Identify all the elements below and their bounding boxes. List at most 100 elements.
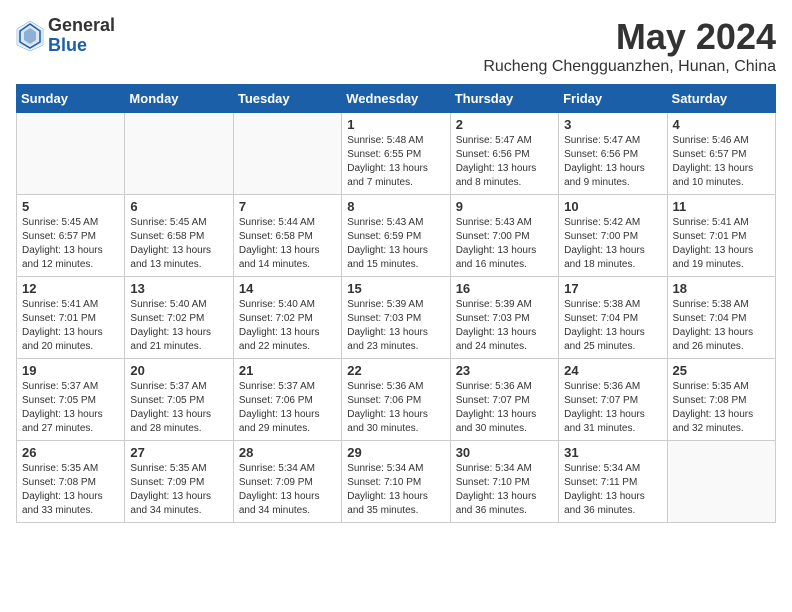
day-info: Sunrise: 5:34 AMSunset: 7:09 PMDaylight:… <box>239 462 336 518</box>
calendar-cell: 13 Sunrise: 5:40 AMSunset: 7:02 PMDayligh… <box>125 277 233 359</box>
day-info: Sunrise: 5:43 AMSunset: 7:00 PMDaylight:… <box>456 216 553 272</box>
calendar-cell: 15Sunrise: 5:39 AMSunset: 7:03 PMDayligh… <box>342 277 450 359</box>
day-number: 19 <box>22 363 119 378</box>
day-info: Sunrise: 5:35 AMSunset: 7:08 PMDaylight:… <box>22 462 119 518</box>
logo-blue: Blue <box>48 36 115 56</box>
day-info: Sunrise: 5:39 AMSunset: 7:03 PMDaylight:… <box>347 298 444 354</box>
calendar-cell: 23Sunrise: 5:36 AMSunset: 7:07 PMDayligh… <box>450 359 558 441</box>
day-number: 23 <box>456 363 553 378</box>
day-number: 7 <box>239 199 336 214</box>
day-number: 17 <box>564 281 661 296</box>
calendar-cell: 19 Sunrise: 5:37 AMSunset: 7:05 PMDayligh… <box>17 359 125 441</box>
calendar-cell: 9Sunrise: 5:43 AMSunset: 7:00 PMDaylight… <box>450 195 558 277</box>
logo: General Blue <box>16 16 115 56</box>
day-info: Sunrise: 5:34 AMSunset: 7:11 PMDaylight:… <box>564 462 661 518</box>
page-header: General Blue May 2024 Rucheng Chengguanz… <box>16 16 776 76</box>
col-friday: Friday <box>559 85 667 113</box>
calendar-cell: 24 Sunrise: 5:36 AMSunset: 7:07 PMDayligh… <box>559 359 667 441</box>
day-number: 28 <box>239 445 336 460</box>
calendar-cell <box>233 113 341 195</box>
day-info: Sunrise: 5:38 AMSunset: 7:04 PMDaylight:… <box>673 298 770 354</box>
calendar-cell: 20 Sunrise: 5:37 AMSunset: 7:05 PMDayligh… <box>125 359 233 441</box>
calendar-cell: 11 Sunrise: 5:41 AMSunset: 7:01 PMDayligh… <box>667 195 775 277</box>
day-number: 3 <box>564 117 661 132</box>
day-info: Sunrise: 5:37 AMSunset: 7:05 PMDaylight:… <box>130 380 227 436</box>
day-number: 24 <box>564 363 661 378</box>
col-thursday: Thursday <box>450 85 558 113</box>
day-info: Sunrise: 5:40 AMSunset: 7:02 PMDaylight:… <box>130 298 227 354</box>
day-number: 21 <box>239 363 336 378</box>
calendar-cell: 27Sunrise: 5:35 AMSunset: 7:09 PMDayligh… <box>125 441 233 523</box>
calendar-cell: 10 Sunrise: 5:42 AMSunset: 7:00 PMDayligh… <box>559 195 667 277</box>
calendar-cell: 14 Sunrise: 5:40 AMSunset: 7:02 PMDayligh… <box>233 277 341 359</box>
calendar-week-3: 12Sunrise: 5:41 AMSunset: 7:01 PMDayligh… <box>17 277 776 359</box>
calendar-cell: 5 Sunrise: 5:45 AMSunset: 6:57 PMDaylight… <box>17 195 125 277</box>
day-info: Sunrise: 5:37 AMSunset: 7:06 PMDaylight:… <box>239 380 336 436</box>
calendar-table: Sunday Monday Tuesday Wednesday Thursday… <box>16 84 776 523</box>
calendar-cell: 22 Sunrise: 5:36 AMSunset: 7:06 PMDayligh… <box>342 359 450 441</box>
day-info: Sunrise: 5:38 AMSunset: 7:04 PMDaylight:… <box>564 298 661 354</box>
day-info: Sunrise: 5:36 AMSunset: 7:06 PMDaylight:… <box>347 380 444 436</box>
month-year: May 2024 <box>483 16 776 58</box>
col-wednesday: Wednesday <box>342 85 450 113</box>
day-number: 18 <box>673 281 770 296</box>
col-monday: Monday <box>125 85 233 113</box>
calendar-cell: 28 Sunrise: 5:34 AMSunset: 7:09 PMDayligh… <box>233 441 341 523</box>
col-tuesday: Tuesday <box>233 85 341 113</box>
calendar-cell: 16 Sunrise: 5:39 AMSunset: 7:03 PMDayligh… <box>450 277 558 359</box>
day-info: Sunrise: 5:46 AMSunset: 6:57 PMDaylight:… <box>673 134 770 190</box>
calendar-cell: 2 Sunrise: 5:47 AMSunset: 6:56 PMDaylight… <box>450 113 558 195</box>
day-number: 22 <box>347 363 444 378</box>
day-info: Sunrise: 5:45 AMSunset: 6:58 PMDaylight:… <box>130 216 227 272</box>
day-info: Sunrise: 5:40 AMSunset: 7:02 PMDaylight:… <box>239 298 336 354</box>
day-number: 30 <box>456 445 553 460</box>
calendar-week-2: 5 Sunrise: 5:45 AMSunset: 6:57 PMDaylight… <box>17 195 776 277</box>
calendar-cell: 8 Sunrise: 5:43 AMSunset: 6:59 PMDaylight… <box>342 195 450 277</box>
day-number: 8 <box>347 199 444 214</box>
calendar-cell: 29 Sunrise: 5:34 AMSunset: 7:10 PMDayligh… <box>342 441 450 523</box>
calendar-week-1: 1Sunrise: 5:48 AMSunset: 6:55 PMDaylight… <box>17 113 776 195</box>
day-number: 2 <box>456 117 553 132</box>
day-number: 5 <box>22 199 119 214</box>
title-block: May 2024 Rucheng Chengguanzhen, Hunan, C… <box>483 16 776 76</box>
day-info: Sunrise: 5:41 AMSunset: 7:01 PMDaylight:… <box>22 298 119 354</box>
calendar-week-4: 19 Sunrise: 5:37 AMSunset: 7:05 PMDayligh… <box>17 359 776 441</box>
calendar-week-5: 26 Sunrise: 5:35 AMSunset: 7:08 PMDayligh… <box>17 441 776 523</box>
day-number: 10 <box>564 199 661 214</box>
day-number: 13 <box>130 281 227 296</box>
day-info: Sunrise: 5:35 AMSunset: 7:08 PMDaylight:… <box>673 380 770 436</box>
day-info: Sunrise: 5:42 AMSunset: 7:00 PMDaylight:… <box>564 216 661 272</box>
col-sunday: Sunday <box>17 85 125 113</box>
calendar-cell: 31Sunrise: 5:34 AMSunset: 7:11 PMDayligh… <box>559 441 667 523</box>
day-info: Sunrise: 5:41 AMSunset: 7:01 PMDaylight:… <box>673 216 770 272</box>
day-number: 16 <box>456 281 553 296</box>
day-number: 4 <box>673 117 770 132</box>
day-info: Sunrise: 5:47 AMSunset: 6:56 PMDaylight:… <box>564 134 661 190</box>
logo-general: General <box>48 16 115 36</box>
calendar-cell: 30Sunrise: 5:34 AMSunset: 7:10 PMDayligh… <box>450 441 558 523</box>
day-number: 6 <box>130 199 227 214</box>
day-info: Sunrise: 5:36 AMSunset: 7:07 PMDaylight:… <box>564 380 661 436</box>
day-number: 26 <box>22 445 119 460</box>
calendar-cell: 1Sunrise: 5:48 AMSunset: 6:55 PMDaylight… <box>342 113 450 195</box>
day-number: 27 <box>130 445 227 460</box>
calendar-cell: 21 Sunrise: 5:37 AMSunset: 7:06 PMDayligh… <box>233 359 341 441</box>
calendar-cell: 26 Sunrise: 5:35 AMSunset: 7:08 PMDayligh… <box>17 441 125 523</box>
day-info: Sunrise: 5:37 AMSunset: 7:05 PMDaylight:… <box>22 380 119 436</box>
calendar-header-row: Sunday Monday Tuesday Wednesday Thursday… <box>17 85 776 113</box>
day-number: 20 <box>130 363 227 378</box>
day-number: 14 <box>239 281 336 296</box>
day-info: Sunrise: 5:44 AMSunset: 6:58 PMDaylight:… <box>239 216 336 272</box>
day-info: Sunrise: 5:47 AMSunset: 6:56 PMDaylight:… <box>456 134 553 190</box>
day-info: Sunrise: 5:39 AMSunset: 7:03 PMDaylight:… <box>456 298 553 354</box>
calendar-cell <box>125 113 233 195</box>
calendar-cell: 12Sunrise: 5:41 AMSunset: 7:01 PMDayligh… <box>17 277 125 359</box>
day-info: Sunrise: 5:34 AMSunset: 7:10 PMDaylight:… <box>347 462 444 518</box>
calendar-cell: 17 Sunrise: 5:38 AMSunset: 7:04 PMDayligh… <box>559 277 667 359</box>
day-number: 29 <box>347 445 444 460</box>
calendar-cell: 4 Sunrise: 5:46 AMSunset: 6:57 PMDaylight… <box>667 113 775 195</box>
day-info: Sunrise: 5:43 AMSunset: 6:59 PMDaylight:… <box>347 216 444 272</box>
day-number: 11 <box>673 199 770 214</box>
day-info: Sunrise: 5:45 AMSunset: 6:57 PMDaylight:… <box>22 216 119 272</box>
calendar-cell: 6 Sunrise: 5:45 AMSunset: 6:58 PMDaylight… <box>125 195 233 277</box>
